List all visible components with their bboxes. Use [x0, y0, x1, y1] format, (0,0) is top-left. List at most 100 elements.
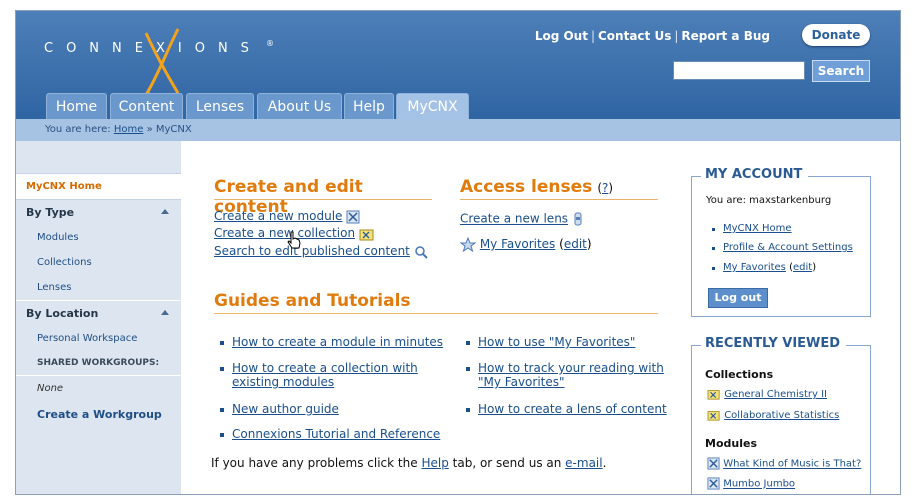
logo-swirl-icon	[144, 28, 180, 98]
recent-collection-link[interactable]: General Chemistry II	[724, 389, 827, 400]
breadcrumb: You are here: Home » MyCNX	[16, 119, 900, 141]
module-icon	[707, 477, 720, 490]
my-favorites-edit-link[interactable]: edit	[564, 237, 587, 251]
guide-create-collection-link[interactable]: How to create a collection with	[232, 361, 418, 375]
create-lens-row: Create a new lens	[460, 211, 584, 227]
recently-viewed-box: RECENTLY VIEWED Collections General Chem…	[691, 336, 871, 494]
create-workgroup-link[interactable]: Create a Workgroup	[16, 402, 181, 428]
recent-collection-item: General Chemistry II	[707, 388, 827, 400]
help-note: If you have any problems click the Help …	[211, 456, 606, 470]
my-favorites-row: My Favorites (edit)	[460, 237, 592, 252]
module-icon	[346, 210, 360, 223]
breadcrumb-home-link[interactable]: Home	[114, 124, 144, 135]
guide-create-lens-link[interactable]: How to create a lens of content	[478, 402, 667, 416]
breadcrumb-current: MyCNX	[155, 124, 192, 135]
sidebar-item-modules[interactable]: Modules	[16, 225, 181, 250]
access-lenses-title: Access lenses	[460, 177, 593, 197]
guide-link-lens: How to create a lens of content	[466, 402, 667, 416]
site-header: CONNEXIONS ® Log Out | Contact Us | Report a…	[16, 11, 900, 120]
guide-link-favorites: How to use "My Favorites"	[465, 335, 635, 349]
collapse-up-icon[interactable]	[161, 209, 169, 214]
tab-home[interactable]: Home	[46, 93, 107, 120]
search-edit-published-link[interactable]: Search to edit published content	[214, 244, 410, 258]
shared-workgroups-label: SHARED WORKGROUPS:	[37, 358, 160, 368]
recent-module-item: Mumbo Jumbo	[707, 477, 795, 490]
donate-button[interactable]: Donate	[802, 24, 870, 46]
my-account-box: MY ACCOUNT You are: maxstarkenburg MyCNX…	[691, 167, 871, 317]
recent-module-link[interactable]: What Kind of Music is That?	[723, 459, 861, 470]
guide-tutorial-reference-link[interactable]: Connexions Tutorial and Reference	[232, 427, 440, 441]
logo-text: CONNEXIONS	[44, 41, 262, 56]
my-account-title: MY ACCOUNT	[701, 167, 809, 182]
tab-about-us[interactable]: About Us	[257, 93, 342, 120]
account-user: You are: maxstarkenburg	[706, 195, 832, 206]
connexions-logo[interactable]: CONNEXIONS ®	[44, 28, 284, 98]
sidebar-item-collections[interactable]: Collections	[16, 250, 181, 275]
no-workgroups-label: None	[16, 375, 181, 402]
logout-button[interactable]: Log out	[708, 288, 768, 308]
module-icon	[707, 457, 720, 470]
account-mycnx-home-link[interactable]: MyCNX Home	[723, 223, 792, 234]
recent-collection-link[interactable]: Collaborative Statistics	[724, 410, 839, 421]
sidebar-item-mycnx-home[interactable]: MyCNX Home	[16, 173, 181, 200]
help-note-text-2: tab, or send us an	[452, 456, 562, 470]
guide-track-reading-link[interactable]: How to track your reading with	[478, 361, 664, 375]
search-input[interactable]	[673, 61, 805, 80]
star-icon	[460, 237, 476, 252]
tab-mycnx[interactable]: MyCNX	[396, 93, 469, 120]
guide-link-track: How to track your reading with "My Favori…	[466, 361, 664, 389]
sidebar: MyCNX Home By Type Modules Collections L…	[16, 141, 181, 494]
recent-collection-item: Collaborative Statistics	[707, 409, 839, 421]
sidebar-item-lenses[interactable]: Lenses	[16, 275, 181, 300]
my-favorites-link[interactable]: My Favorites	[480, 237, 555, 251]
sidebar-item-personal-workspace[interactable]: Personal Workspace	[16, 326, 181, 351]
recent-modules-heading: Modules	[705, 437, 757, 450]
create-edit-section: Create and edit content	[214, 177, 432, 217]
guides-title: Guides and Tutorials	[214, 291, 411, 311]
guide-track-reading-link-2[interactable]: "My Favorites"	[478, 375, 565, 389]
account-favorites-edit-link[interactable]: edit	[793, 262, 812, 273]
tab-content[interactable]: Content	[110, 93, 183, 120]
tab-help[interactable]: Help	[344, 93, 394, 120]
collection-icon	[707, 411, 720, 421]
lenses-help-link[interactable]: ?	[602, 181, 608, 195]
breadcrumb-separator: »	[146, 124, 153, 135]
guide-link-module: How to create a module in minutes	[219, 335, 443, 349]
create-module-link[interactable]: Create a new module	[214, 209, 342, 223]
help-note-text: If you have any problems click the	[211, 456, 418, 470]
collapse-up-icon[interactable]	[161, 310, 169, 315]
sidebar-by-type-heading[interactable]: By Type	[16, 200, 181, 225]
by-location-label: By Location	[26, 307, 99, 320]
recently-viewed-title: RECENTLY VIEWED	[701, 336, 847, 351]
contact-us-link[interactable]: Contact Us	[598, 29, 671, 43]
top-links: Log Out | Contact Us | Report a Bug	[534, 29, 770, 43]
guide-create-module-link[interactable]: How to create a module in minutes	[232, 335, 443, 349]
search-button[interactable]: Search	[812, 60, 870, 82]
create-lens-link[interactable]: Create a new lens	[460, 212, 568, 226]
breadcrumb-prefix: You are here:	[45, 124, 111, 135]
help-note-end: .	[602, 456, 607, 470]
guide-link-author: New author guide	[220, 402, 339, 416]
guide-create-collection-link-2[interactable]: existing modules	[232, 375, 334, 389]
by-type-label: By Type	[26, 206, 75, 219]
registered-mark: ®	[266, 39, 274, 48]
logout-link[interactable]: Log Out	[535, 29, 588, 43]
help-note-email-link[interactable]: e-mail	[565, 456, 602, 470]
guide-author-guide-link[interactable]: New author guide	[232, 402, 339, 416]
create-module-row: Create a new module	[214, 209, 360, 224]
recent-module-link[interactable]: Mumbo Jumbo	[723, 479, 795, 490]
create-collection-link[interactable]: Create a new collection	[214, 226, 355, 240]
sidebar-by-location-heading[interactable]: By Location	[16, 300, 181, 326]
recent-module-item: What Kind of Music is That?	[707, 457, 861, 470]
guide-link-tutorial: Connexions Tutorial and Reference	[219, 427, 440, 441]
search-edit-row: Search to edit published content	[214, 244, 428, 259]
report-bug-link[interactable]: Report a Bug	[681, 29, 770, 43]
account-profile-settings-link[interactable]: Profile & Account Settings	[723, 242, 853, 253]
access-lenses-section: Access lenses (?)	[460, 177, 658, 200]
guide-use-favorites-link[interactable]: How to use "My Favorites"	[478, 335, 635, 349]
search-icon	[414, 245, 428, 259]
help-note-help-link[interactable]: Help	[421, 456, 448, 470]
guides-section: Guides and Tutorials	[214, 291, 658, 314]
account-favorites-link[interactable]: My Favorites	[723, 262, 786, 273]
tab-lenses[interactable]: Lenses	[186, 93, 254, 120]
